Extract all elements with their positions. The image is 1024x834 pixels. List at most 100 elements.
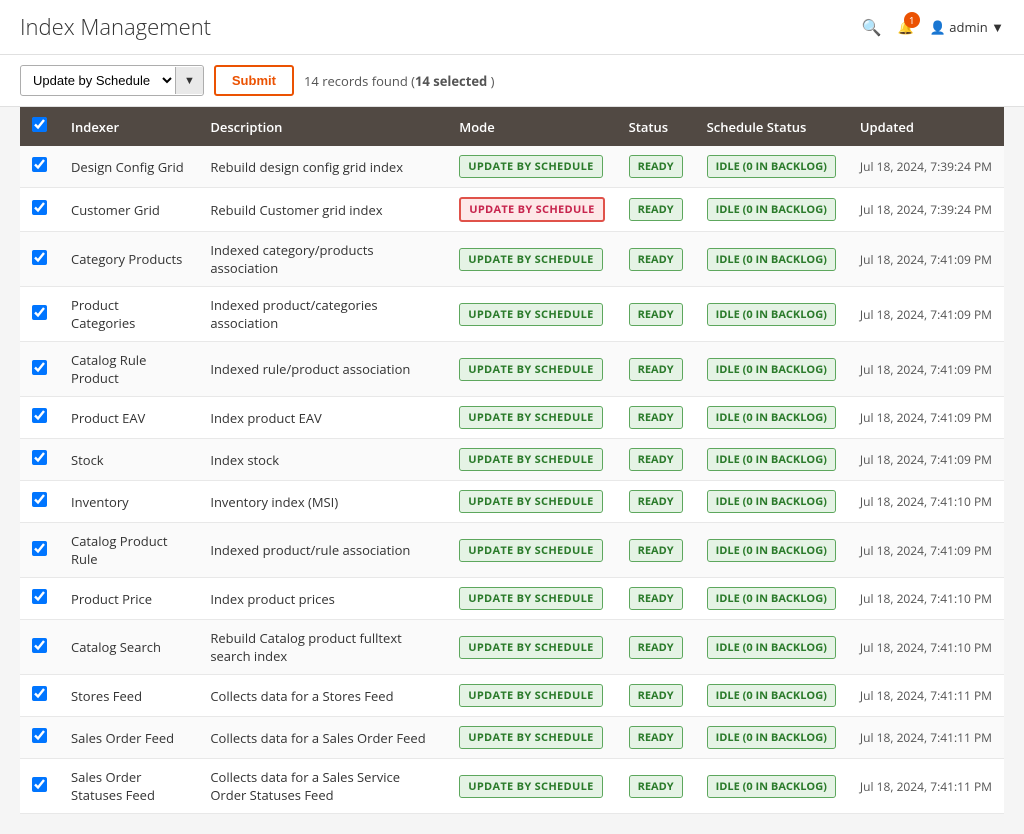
search-icon[interactable]: 🔍 — [862, 16, 882, 38]
row-updated: Jul 18, 2024, 7:41:09 PM — [848, 439, 1004, 481]
schedule-status-badge: IDLE (0 IN BACKLOG) — [707, 448, 836, 471]
schedule-status-badge: IDLE (0 IN BACKLOG) — [707, 248, 836, 271]
row-indexer: Stores Feed — [59, 675, 198, 717]
row-checkbox[interactable] — [32, 157, 47, 172]
row-indexer: Inventory — [59, 481, 198, 523]
table-row: StockIndex stock UPDATE BY SCHEDULE READY I… — [20, 439, 1004, 481]
row-schedule-status: IDLE (0 IN BACKLOG) — [695, 342, 848, 397]
mode-badge: UPDATE BY SCHEDULE — [459, 303, 602, 326]
row-mode: UPDATE BY SCHEDULE — [447, 342, 616, 397]
row-mode: UPDATE BY SCHEDULE — [447, 146, 616, 188]
row-checkbox-cell[interactable] — [20, 146, 59, 188]
row-indexer: Catalog Product Rule — [59, 523, 198, 578]
row-updated: Jul 18, 2024, 7:41:11 PM — [848, 717, 1004, 759]
row-checkbox[interactable] — [32, 589, 47, 604]
row-checkbox[interactable] — [32, 728, 47, 743]
row-checkbox[interactable] — [32, 777, 47, 792]
table-row: Catalog Product RuleIndexed product/rule… — [20, 523, 1004, 578]
row-mode: UPDATE BY SCHEDULE — [447, 759, 616, 814]
row-checkbox-cell[interactable] — [20, 578, 59, 620]
status-badge: READY — [629, 587, 683, 610]
col-schedule-status: Schedule Status — [695, 107, 848, 146]
status-badge: READY — [629, 539, 683, 562]
notification-bell[interactable]: 🔔 1 — [898, 18, 914, 36]
mode-badge: UPDATE BY SCHEDULE — [459, 155, 602, 178]
mode-badge: UPDATE BY SCHEDULE — [459, 448, 602, 471]
row-indexer: Design Config Grid — [59, 146, 198, 188]
select-all-checkbox[interactable] — [32, 117, 47, 132]
mode-badge: UPDATE BY SCHEDULE — [459, 775, 602, 798]
row-mode: UPDATE BY SCHEDULE — [447, 578, 616, 620]
row-checkbox[interactable] — [32, 541, 47, 556]
row-schedule-status: IDLE (0 IN BACKLOG) — [695, 188, 848, 232]
status-badge: READY — [629, 684, 683, 707]
row-checkbox-cell[interactable] — [20, 523, 59, 578]
row-checkbox-cell[interactable] — [20, 188, 59, 232]
row-checkbox-cell[interactable] — [20, 620, 59, 675]
row-updated: Jul 18, 2024, 7:41:09 PM — [848, 232, 1004, 287]
schedule-status-badge: IDLE (0 IN BACKLOG) — [707, 358, 836, 381]
row-status: READY — [617, 578, 695, 620]
row-checkbox-cell[interactable] — [20, 717, 59, 759]
notification-count: 1 — [904, 12, 920, 28]
table-container: Indexer Description Mode Status Schedule… — [0, 107, 1024, 834]
row-checkbox-cell[interactable] — [20, 287, 59, 342]
row-checkbox-cell[interactable] — [20, 397, 59, 439]
row-description: Rebuild Catalog product fulltext search … — [198, 620, 447, 675]
row-checkbox[interactable] — [32, 638, 47, 653]
table-row: Sales Order FeedCollects data for a Sale… — [20, 717, 1004, 759]
row-updated: Jul 18, 2024, 7:41:10 PM — [848, 578, 1004, 620]
row-checkbox[interactable] — [32, 686, 47, 701]
row-checkbox[interactable] — [32, 492, 47, 507]
row-status: READY — [617, 287, 695, 342]
row-checkbox[interactable] — [32, 250, 47, 265]
row-updated: Jul 18, 2024, 7:41:09 PM — [848, 342, 1004, 397]
row-indexer: Product Categories — [59, 287, 198, 342]
row-checkbox-cell[interactable] — [20, 759, 59, 814]
schedule-status-badge: IDLE (0 IN BACKLOG) — [707, 303, 836, 326]
mode-badge: UPDATE BY SCHEDULE — [459, 197, 604, 222]
row-checkbox-cell[interactable] — [20, 232, 59, 287]
row-checkbox[interactable] — [32, 408, 47, 423]
row-checkbox-cell[interactable] — [20, 439, 59, 481]
row-checkbox[interactable] — [32, 305, 47, 320]
row-checkbox[interactable] — [32, 200, 47, 215]
row-status: READY — [617, 146, 695, 188]
status-badge: READY — [629, 726, 683, 749]
row-status: READY — [617, 439, 695, 481]
col-indexer: Indexer — [59, 107, 198, 146]
table-row: Sales Order Statuses FeedCollects data f… — [20, 759, 1004, 814]
header-checkbox-cell[interactable] — [20, 107, 59, 146]
admin-menu[interactable]: 👤 admin ▼ — [930, 18, 1004, 36]
row-schedule-status: IDLE (0 IN BACKLOG) — [695, 397, 848, 439]
row-description: Rebuild design config grid index — [198, 146, 447, 188]
row-description: Index stock — [198, 439, 447, 481]
schedule-status-badge: IDLE (0 IN BACKLOG) — [707, 490, 836, 513]
row-mode: UPDATE BY SCHEDULE — [447, 717, 616, 759]
row-updated: Jul 18, 2024, 7:39:24 PM — [848, 188, 1004, 232]
row-description: Rebuild Customer grid index — [198, 188, 447, 232]
row-checkbox-cell[interactable] — [20, 481, 59, 523]
row-description: Indexed rule/product association — [198, 342, 447, 397]
mode-badge: UPDATE BY SCHEDULE — [459, 636, 602, 659]
row-schedule-status: IDLE (0 IN BACKLOG) — [695, 232, 848, 287]
row-status: READY — [617, 675, 695, 717]
row-mode: UPDATE BY SCHEDULE — [447, 188, 616, 232]
mode-badge: UPDATE BY SCHEDULE — [459, 539, 602, 562]
table-body: Design Config GridRebuild design config … — [20, 146, 1004, 814]
action-select[interactable]: Update by Schedule — [21, 66, 175, 95]
row-mode: UPDATE BY SCHEDULE — [447, 232, 616, 287]
action-select-wrapper[interactable]: Update by Schedule ▼ — [20, 65, 204, 96]
status-badge: READY — [629, 406, 683, 429]
row-indexer: Stock — [59, 439, 198, 481]
row-checkbox-cell[interactable] — [20, 675, 59, 717]
table-row: Product CategoriesIndexed product/catego… — [20, 287, 1004, 342]
row-checkbox[interactable] — [32, 450, 47, 465]
row-checkbox-cell[interactable] — [20, 342, 59, 397]
submit-button[interactable]: Submit — [214, 65, 294, 96]
mode-badge: UPDATE BY SCHEDULE — [459, 358, 602, 381]
row-checkbox[interactable] — [32, 360, 47, 375]
row-indexer: Sales Order Feed — [59, 717, 198, 759]
select-arrow-icon[interactable]: ▼ — [175, 67, 203, 94]
row-indexer: Category Products — [59, 232, 198, 287]
